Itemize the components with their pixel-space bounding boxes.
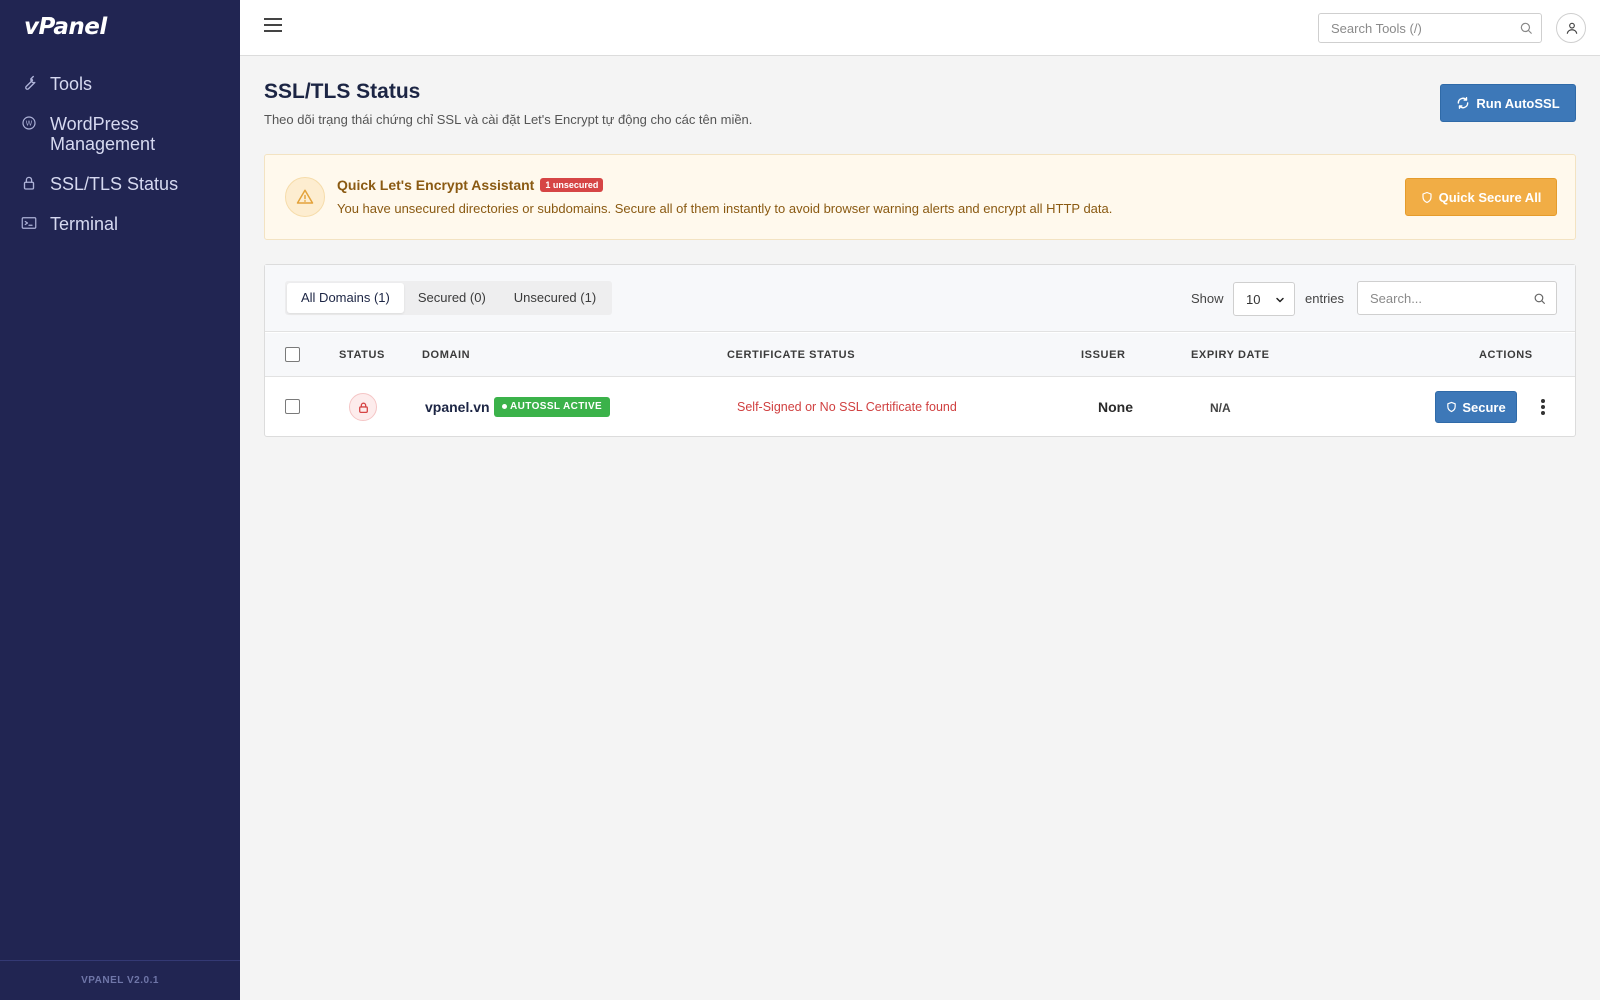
refresh-icon	[1457, 97, 1469, 109]
tools-search-input[interactable]	[1319, 14, 1499, 42]
chevron-down-icon	[1276, 297, 1284, 303]
tab-all-domains[interactable]: All Domains (1)	[287, 283, 404, 313]
page-title: SSL/TLS Status	[264, 80, 421, 103]
entries-per-page-select[interactable]: 10	[1233, 282, 1295, 316]
terminal-icon	[21, 217, 37, 229]
search-icon[interactable]	[1519, 21, 1533, 35]
shield-icon	[1421, 191, 1432, 203]
user-avatar-button[interactable]	[1556, 13, 1586, 43]
table-search-box	[1357, 281, 1557, 315]
quick-secure-all-button[interactable]: Quick Secure All	[1405, 178, 1557, 216]
expiry-date: N/A	[1210, 401, 1231, 415]
table-search-input[interactable]	[1358, 282, 1518, 314]
wordpress-icon: W	[22, 116, 36, 130]
alert-title: Quick Let's Encrypt Assistant 1 unsecure…	[337, 177, 604, 193]
more-actions-icon[interactable]	[1533, 397, 1553, 417]
domain-filter-tabs: All Domains (1) Secured (0) Unsecured (1…	[285, 281, 613, 315]
warning-icon	[285, 177, 325, 217]
row-checkbox[interactable]	[285, 399, 300, 414]
entries-value: 10	[1246, 292, 1261, 307]
sidebar-item-tools[interactable]: Tools	[0, 64, 240, 98]
quick-secure-all-label: Quick Secure All	[1438, 189, 1542, 205]
tab-secured[interactable]: Secured (0)	[404, 283, 500, 313]
hamburger-icon	[264, 18, 282, 20]
version-label: VPANEL V2.0.1	[0, 960, 240, 1000]
menu-toggle-button[interactable]	[264, 18, 282, 36]
sidebar-item-label: WordPress Management	[50, 114, 156, 154]
unsecured-count-badge: 1 unsecured	[540, 178, 604, 192]
column-header-certificate-status: CERTIFICATE STATUS	[727, 349, 856, 361]
lock-icon	[23, 176, 35, 190]
secure-label: Secure	[1462, 399, 1506, 415]
table-row: vpanel.vn AUTOSSL ACTIVE Self-Signed or …	[265, 377, 1575, 436]
run-autossl-label: Run AutoSSL	[1476, 95, 1560, 111]
column-header-issuer: ISSUER	[1081, 349, 1126, 361]
wrench-icon	[25, 75, 36, 90]
sidebar-item-label: Terminal	[50, 214, 119, 234]
domains-table-card: All Domains (1) Secured (0) Unsecured (1…	[264, 264, 1576, 437]
user-icon	[1566, 22, 1578, 34]
unsecured-lock-icon	[349, 393, 377, 421]
select-all-checkbox[interactable]	[285, 347, 300, 362]
secure-button[interactable]: Secure	[1435, 391, 1517, 423]
table-toolbar: All Domains (1) Secured (0) Unsecured (1…	[265, 265, 1575, 332]
tab-unsecured[interactable]: Unsecured (1)	[500, 283, 610, 313]
svg-text:W: W	[26, 120, 33, 128]
search-icon[interactable]	[1533, 292, 1546, 305]
shield-icon	[1447, 401, 1457, 413]
show-label: Show	[1191, 291, 1224, 306]
column-header-status: STATUS	[339, 349, 385, 361]
sidebar: vPanel Tools W WordPress Management SSL/…	[0, 0, 240, 1000]
vpanel-logo[interactable]: vPanel	[24, 14, 107, 40]
sidebar-item-wordpress[interactable]: W WordPress Management	[0, 104, 240, 158]
domain-name[interactable]: vpanel.vn	[425, 399, 490, 415]
issuer: None	[1098, 399, 1133, 415]
tools-search-box	[1318, 13, 1542, 43]
entries-label: entries	[1305, 291, 1345, 306]
column-header-domain: DOMAIN	[422, 349, 471, 361]
alert-title-text: Quick Let's Encrypt Assistant	[337, 177, 535, 193]
sidebar-item-label: Tools	[50, 74, 93, 94]
table-header: STATUS DOMAIN CERTIFICATE STATUS ISSUER …	[265, 333, 1575, 377]
certificate-status: Self-Signed or No SSL Certificate found	[737, 400, 957, 414]
sidebar-item-label: SSL/TLS Status	[50, 174, 179, 194]
alert-message: You have unsecured directories or subdom…	[337, 201, 1113, 216]
run-autossl-button[interactable]: Run AutoSSL	[1440, 84, 1576, 122]
column-header-expiry-date: EXPIRY DATE	[1191, 349, 1270, 361]
topbar	[240, 0, 1600, 56]
sidebar-item-ssl-tls-status[interactable]: SSL/TLS Status	[0, 164, 240, 198]
column-header-actions: ACTIONS	[1479, 349, 1533, 361]
sidebar-item-terminal[interactable]: Terminal	[0, 204, 240, 238]
lets-encrypt-assistant-alert: Quick Let's Encrypt Assistant 1 unsecure…	[264, 154, 1576, 240]
page-subtitle: Theo dõi trạng thái chứng chỉ SSL và cài…	[264, 112, 753, 127]
autossl-status-badge: AUTOSSL ACTIVE	[494, 397, 611, 417]
sidebar-nav: Tools W WordPress Management SSL/TLS Sta…	[0, 64, 240, 244]
